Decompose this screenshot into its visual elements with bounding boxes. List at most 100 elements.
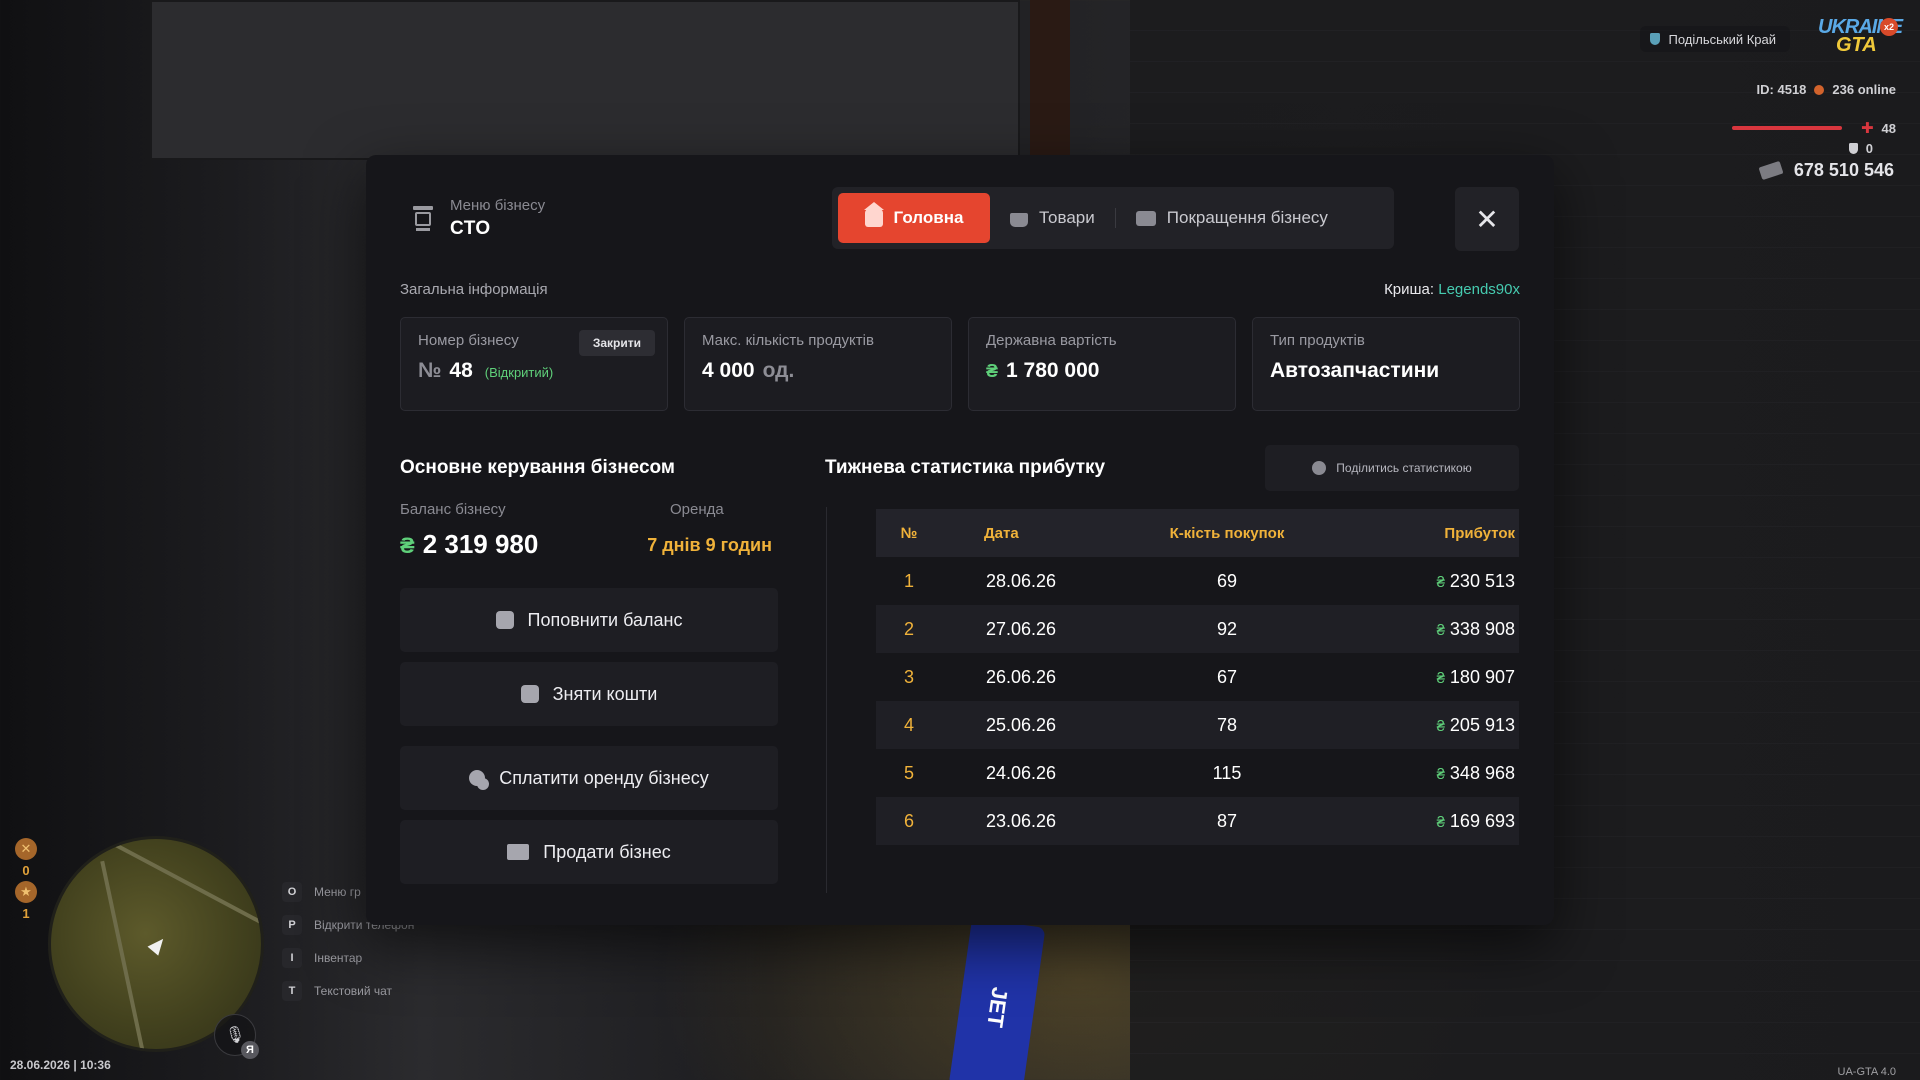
withdraw-label: Зняти кошти [552,683,658,704]
game-version: UA-GTA 4.0 [1837,1066,1896,1078]
row-date: 24.06.26 [986,762,1057,783]
hryvnia-icon: ₴ [1436,717,1445,735]
tab-upgrades-label: Покращення бізнесу [1166,208,1328,227]
card-product-type: Тип продуктів Автозапчастини [1252,317,1520,411]
game-logo: UKRAINE GTA x2 [1814,14,1903,58]
health-cross-icon: ✚ [1860,120,1874,137]
row-profit: ₴ 205 913 [1322,715,1519,736]
minimap-road [100,860,146,1049]
hryvnia-icon: ₴ [1436,765,1445,783]
server-name: Подільський Край [1668,31,1776,47]
online-count: 236 online [1832,82,1896,97]
number-prefix: № [418,359,442,382]
close-button[interactable]: ✕ [1455,187,1519,251]
table-row: 2 27.06.26 92 ₴ 338 908 [876,605,1519,653]
tab-goods[interactable]: Товари [990,193,1115,243]
table-row: 1 28.06.26 69 ₴ 230 513 [876,557,1519,605]
shield-icon [1650,33,1661,45]
sell-business-button[interactable]: Продати бізнес [400,820,778,884]
deposit-label: Поповнити баланс [527,609,683,630]
withdraw-icon [520,685,539,703]
tab-upgrades[interactable]: Покращення бізнесу [1116,193,1348,243]
player-id: ID: 4518 [1756,82,1807,97]
armor-value: 0 [1865,141,1873,156]
hryvnia-icon: ₴ [1436,669,1445,687]
row-date: 25.06.26 [986,714,1057,735]
microphone-icon: 🎙 [224,1027,246,1044]
card-max-products: Макс. кількість продуктів 4 000 од. [684,317,952,411]
tab-main-label: Головна [893,208,964,227]
microphone-button[interactable]: 🎙 Я [214,1014,259,1059]
home-icon [863,202,884,227]
hint-key: P [282,915,302,935]
row-date: 23.06.26 [986,810,1057,831]
row-purchases: 69 [1216,570,1238,591]
tab-bar: Головна Товари Покращення бізнесу [832,187,1394,249]
roof-info: Криша: Legends90x [1384,281,1520,298]
deposit-icon [495,611,514,629]
background-beam [1030,0,1070,170]
modal-title: СТО [450,218,491,239]
server-badge: Подільський Край [1640,26,1790,52]
minimap-road [105,839,261,964]
deposit-button[interactable]: Поповнити баланс [400,588,778,652]
card-label: Макс. кількість продуктів [702,332,874,349]
card-state-value: Державна вартість ₴ 1 780 000 [968,317,1236,411]
table-row: 3 26.06.26 67 ₴ 180 907 [876,653,1519,701]
row-purchases: 115 [1212,762,1242,783]
hint-label: Меню гр [314,885,361,899]
row-number: 1 [903,570,914,591]
card-value: № 48 (Відкритий) [418,359,650,383]
hint-key: T [282,981,302,1001]
row-profit: ₴ 230 513 [1322,571,1519,592]
modal-subtitle: Меню бізнесу [450,197,546,214]
hryvnia-icon: ₴ [1436,573,1445,591]
online-status: ID: 4518 236 online [1757,82,1896,97]
row-purchases: 78 [1216,714,1238,735]
column-header: № [900,524,918,542]
logo-bottom-text: GTA [1836,34,1877,56]
row-number: 3 [903,666,914,687]
general-info-label: Загальна інформація [400,281,548,298]
profit-amount: 169 693 [1449,810,1515,831]
row-date: 27.06.26 [986,618,1057,639]
table-row: 5 24.06.26 115 ₴ 348 968 [876,749,1519,797]
hryvnia-icon: ₴ [1436,621,1445,639]
table-header: № Дата К-кість покупок Прибуток [876,509,1519,557]
share-stats-button[interactable]: Поділитись статистикою [1265,445,1519,491]
money-icon [1758,160,1784,181]
background-jet-object: JET [948,917,1046,1080]
armor-readout: 0 [1848,141,1873,156]
tab-main[interactable]: Головна [838,193,990,243]
close-business-button[interactable]: Закрити [578,330,655,356]
business-number: 48 [449,359,473,382]
control-heading: Основне керування бізнесом [400,457,675,478]
withdraw-button[interactable]: Зняти кошти [400,662,778,726]
player-arrow-icon [147,934,169,956]
row-date: 26.06.26 [986,666,1057,687]
table-row: 6 23.06.26 87 ₴ 169 693 [876,797,1519,845]
action-buttons: Поповнити баланс Зняти кошти Сплатити ор… [400,588,778,884]
row-profit: ₴ 338 908 [1322,619,1519,640]
pay-rent-label: Сплатити оренду бізнесу [499,767,709,788]
language-badge: Я [241,1041,259,1059]
money-readout: 678 510 546 [1758,160,1894,181]
info-cards: Номер бізнесу № 48 (Відкритий) Закрити М… [400,317,1520,411]
roof-name[interactable]: Legends90x [1438,281,1520,298]
hryvnia-icon: ₴ [986,361,999,381]
share-icon [1312,461,1327,475]
rent-label: Оренда [670,501,724,518]
profit-amount: 230 513 [1449,570,1515,591]
max-products-unit: од. [762,359,795,382]
row-profit: ₴ 169 693 [1322,811,1519,832]
wanted-bottom-value: 1 [22,906,30,921]
money-value: 678 510 546 [1793,160,1894,180]
balance-label: Баланс бізнесу [400,501,506,518]
wallet-icon [1135,210,1156,226]
roof-label: Криша: [1384,281,1435,298]
pay-rent-button[interactable]: Сплатити оренду бізнесу [400,746,778,810]
hryvnia-icon: ₴ [1436,813,1445,831]
sell-business-label: Продати бізнес [543,841,671,862]
people-icon [469,770,486,786]
tab-goods-label: Товари [1039,208,1095,227]
